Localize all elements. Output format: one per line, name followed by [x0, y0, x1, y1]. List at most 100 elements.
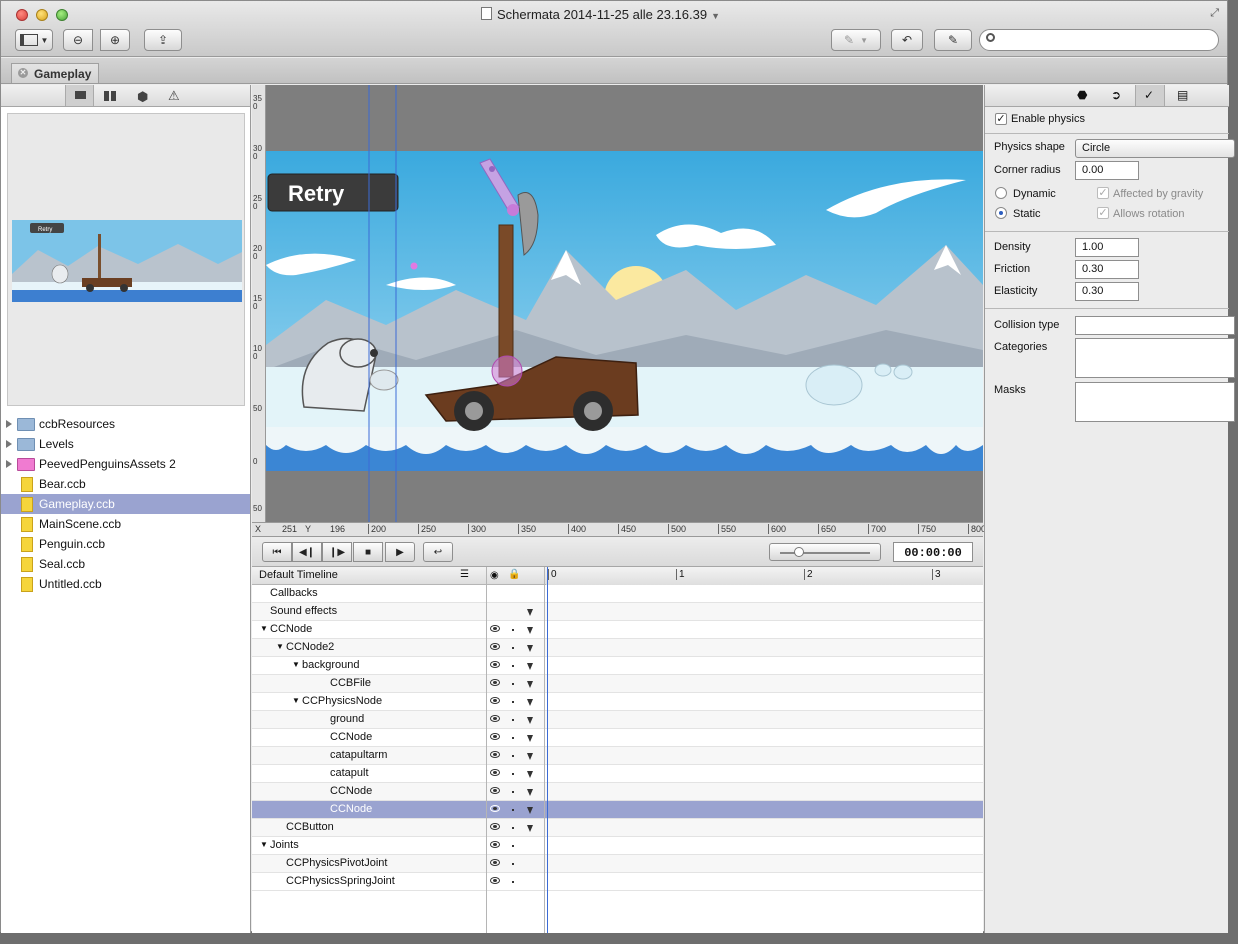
- visibility-eye-icon[interactable]: [490, 823, 500, 830]
- lock-toggle[interactable]: [512, 827, 514, 829]
- timeline-section-row[interactable]: Sound effects: [252, 603, 983, 621]
- lock-toggle[interactable]: [512, 773, 514, 775]
- affected-by-gravity-checkbox[interactable]: ✓: [1097, 187, 1109, 199]
- sidebar-toggle-button[interactable]: ▼: [15, 29, 53, 51]
- tab-physics[interactable]: ✓: [1135, 85, 1165, 106]
- node-row[interactable]: catapult: [252, 765, 983, 783]
- lock-toggle[interactable]: [512, 683, 514, 685]
- node-row[interactable]: CCBFile: [252, 675, 983, 693]
- edit-button[interactable]: ✎: [934, 29, 972, 51]
- zoom-window-button[interactable]: [56, 9, 68, 21]
- chevron-down-icon[interactable]: ▼: [711, 11, 720, 21]
- share-button[interactable]: ⇪: [144, 29, 182, 51]
- visibility-eye-icon[interactable]: [490, 625, 500, 632]
- visibility-eye-icon[interactable]: [490, 679, 500, 686]
- disclosure-triangle-icon[interactable]: ▼: [260, 840, 268, 849]
- markup-button[interactable]: ✎ ▼: [831, 29, 881, 51]
- resource-item[interactable]: Gameplay.ccb: [1, 494, 250, 514]
- lock-toggle[interactable]: [512, 701, 514, 703]
- step-forward-button[interactable]: ❙▶: [322, 542, 352, 562]
- zoom-in-button[interactable]: ⊕: [100, 29, 130, 51]
- lock-toggle[interactable]: [512, 629, 514, 631]
- node-row[interactable]: catapultarm: [252, 747, 983, 765]
- node-row[interactable]: CCNode: [252, 783, 983, 801]
- resource-item[interactable]: Penguin.ccb: [1, 534, 250, 554]
- joint-anchor[interactable]: [489, 166, 495, 172]
- visibility-eye-icon[interactable]: [490, 787, 500, 794]
- add-keyframe-menu-icon[interactable]: [527, 753, 533, 760]
- add-keyframe-menu-icon[interactable]: [527, 645, 533, 652]
- close-tab-icon[interactable]: ✕: [18, 68, 28, 78]
- timeline-menu-icon[interactable]: ☰: [460, 569, 469, 580]
- add-keyframe-menu-icon[interactable]: [527, 717, 533, 724]
- visibility-eye-icon[interactable]: [490, 859, 500, 866]
- lock-toggle[interactable]: [512, 647, 514, 649]
- go-to-start-button[interactable]: ⏮: [262, 542, 292, 562]
- resource-item[interactable]: Seal.ccb: [1, 554, 250, 574]
- add-keyframe-menu-icon[interactable]: [527, 627, 533, 634]
- add-keyframe-menu-icon[interactable]: [527, 771, 533, 778]
- node-row[interactable]: ▼ CCNode2: [252, 639, 983, 657]
- visibility-eye-icon[interactable]: [490, 643, 500, 650]
- selected-node-marker[interactable]: [410, 262, 418, 270]
- resource-item[interactable]: Levels: [1, 434, 250, 454]
- resource-item[interactable]: PeevedPenguinsAssets 2: [1, 454, 250, 474]
- slider-knob[interactable]: [794, 547, 804, 557]
- loop-button[interactable]: ↩: [423, 542, 453, 562]
- density-input[interactable]: 1.00: [1075, 238, 1139, 257]
- scene-view[interactable]: Retry: [266, 85, 983, 522]
- elasticity-input[interactable]: 0.30: [1075, 282, 1139, 301]
- node-row[interactable]: ground: [252, 711, 983, 729]
- add-keyframe-menu-icon[interactable]: [527, 807, 533, 814]
- disclosure-triangle-icon[interactable]: ▼: [292, 696, 300, 705]
- play-button[interactable]: ▶: [385, 542, 415, 562]
- lock-toggle[interactable]: [512, 881, 514, 883]
- allows-rotation-checkbox[interactable]: ✓: [1097, 207, 1109, 219]
- timeline-zoom-slider[interactable]: [769, 543, 881, 561]
- disclosure-triangle-icon[interactable]: ▼: [260, 624, 268, 633]
- tab-file-view[interactable]: [65, 85, 94, 106]
- tab-templates[interactable]: ▤: [1177, 88, 1188, 102]
- visibility-eye-icon[interactable]: [490, 841, 500, 848]
- visibility-eye-icon[interactable]: [490, 751, 500, 758]
- dynamic-radio[interactable]: [995, 187, 1007, 199]
- lock-toggle[interactable]: [512, 755, 514, 757]
- tab-components[interactable]: ⬢: [137, 89, 148, 105]
- resource-item[interactable]: Untitled.ccb: [1, 574, 250, 594]
- stop-button[interactable]: ■: [353, 542, 383, 562]
- visibility-eye-icon[interactable]: [490, 733, 500, 740]
- tab-warnings[interactable]: ⚠: [168, 88, 180, 104]
- node-row[interactable]: CCPhysicsPivotJoint: [252, 855, 983, 873]
- keyframe-ruler[interactable]: 0 1 2 3: [546, 567, 983, 585]
- visibility-eye-icon[interactable]: [490, 715, 500, 722]
- fullscreen-icon[interactable]: ⤢: [1210, 7, 1219, 20]
- zoom-out-button[interactable]: ⊖: [63, 29, 93, 51]
- visibility-eye-icon[interactable]: [490, 661, 500, 668]
- node-row[interactable]: CCPhysicsSpringJoint: [252, 873, 983, 891]
- joint-anchor[interactable]: [507, 204, 519, 216]
- node-row[interactable]: CCNode: [252, 729, 983, 747]
- lock-toggle[interactable]: [512, 665, 514, 667]
- timeline-chooser[interactable]: Default Timeline: [259, 569, 338, 581]
- disclosure-triangle-icon[interactable]: [6, 440, 12, 448]
- node-row[interactable]: ▼ CCPhysicsNode: [252, 693, 983, 711]
- tab-code-connections[interactable]: ➲: [1111, 88, 1121, 102]
- resource-item[interactable]: MainScene.ccb: [1, 514, 250, 534]
- lock-toggle[interactable]: [512, 845, 514, 847]
- minimize-window-button[interactable]: [36, 9, 48, 21]
- lock-toggle[interactable]: [512, 863, 514, 865]
- disclosure-triangle-icon[interactable]: [6, 420, 12, 428]
- add-keyframe-menu-icon[interactable]: [527, 825, 533, 832]
- node-row[interactable]: ▼ Joints: [252, 837, 983, 855]
- disclosure-triangle-icon[interactable]: [6, 460, 12, 468]
- collision-type-input[interactable]: [1075, 316, 1235, 335]
- add-keyframe-menu-icon[interactable]: [527, 789, 533, 796]
- visibility-eye-icon[interactable]: [490, 805, 500, 812]
- resource-item[interactable]: Bear.ccb: [1, 474, 250, 494]
- enable-physics-checkbox[interactable]: ✓: [995, 113, 1007, 125]
- node-row[interactable]: CCButton: [252, 819, 983, 837]
- search-field[interactable]: [979, 29, 1219, 51]
- add-keyframe-menu-icon[interactable]: [527, 735, 533, 742]
- add-keyframe-menu-icon[interactable]: [527, 699, 533, 706]
- timeline-section-row[interactable]: Callbacks: [252, 585, 983, 603]
